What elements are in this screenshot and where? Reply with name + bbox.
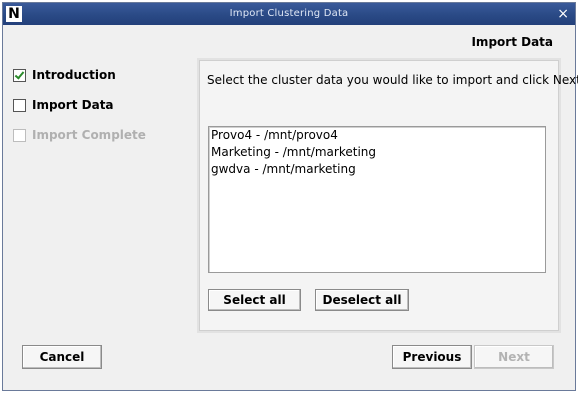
step-label: Import Data (32, 98, 114, 112)
previous-button[interactable]: Previous (392, 345, 472, 369)
step-label: Import Complete (32, 128, 146, 142)
step-import-data: Import Data (13, 97, 114, 113)
step-introduction: Introduction (13, 67, 116, 83)
title-bar[interactable]: N Import Clustering Data × (3, 3, 575, 25)
deselect-all-button[interactable]: Deselect all (315, 289, 409, 311)
list-item[interactable]: Marketing - /mnt/marketing (209, 144, 545, 161)
page-title: Import Data (471, 35, 553, 49)
window-title: Import Clustering Data (229, 8, 349, 19)
step-import-complete: Import Complete (13, 127, 146, 143)
select-all-button[interactable]: Select all (208, 289, 301, 311)
content-panel: Select the cluster data you would like t… (197, 58, 578, 333)
list-item[interactable]: Provo4 - /mnt/provo4 (209, 127, 545, 144)
cluster-list[interactable]: Provo4 - /mnt/provo4 Marketing - /mnt/ma… (208, 126, 546, 273)
checkbox-empty-icon (13, 98, 26, 112)
cancel-button[interactable]: Cancel (22, 345, 102, 369)
instruction-text: Select the cluster data you would like t… (207, 73, 578, 87)
step-label: Introduction (32, 68, 116, 82)
list-item[interactable]: gwdva - /mnt/marketing (209, 161, 545, 178)
checkbox-checked-icon (13, 68, 26, 82)
close-icon[interactable]: × (557, 6, 569, 22)
import-clustering-data-window: N Import Clustering Data × Import Data I… (2, 2, 578, 391)
next-button[interactable]: Next (474, 345, 554, 369)
checkbox-disabled-icon (13, 128, 26, 142)
